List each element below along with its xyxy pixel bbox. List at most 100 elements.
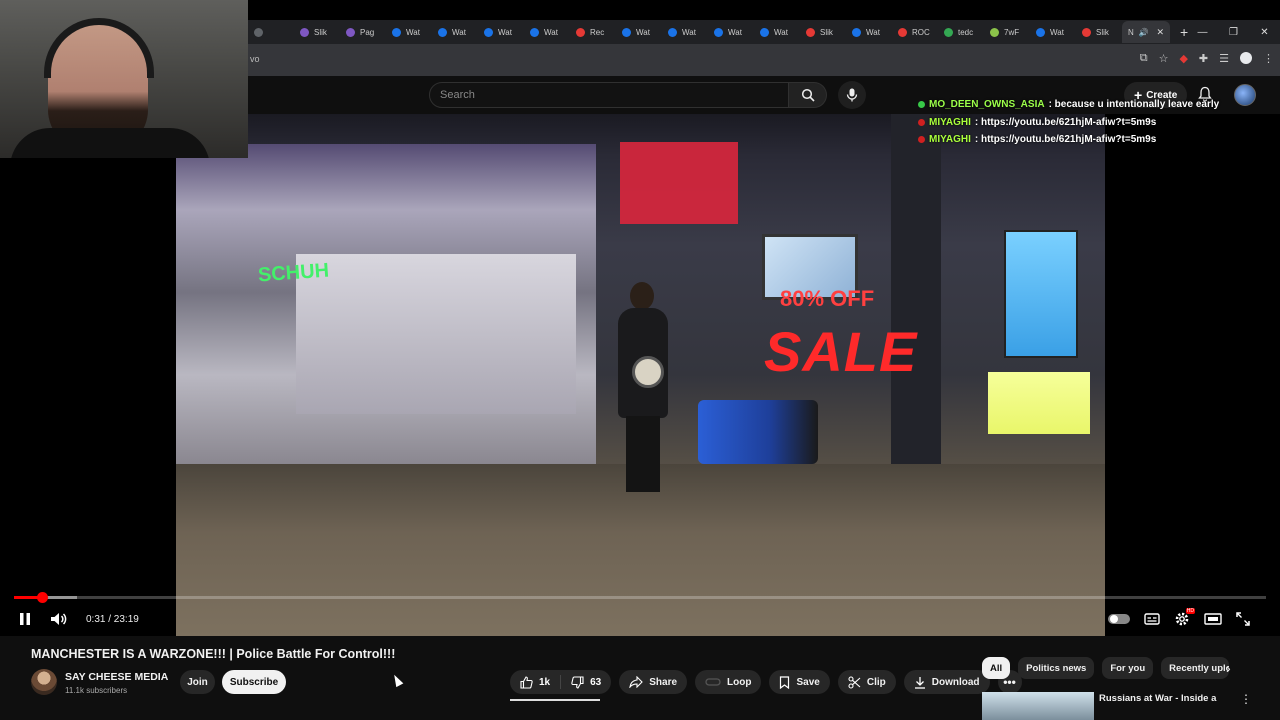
reading-list-icon[interactable]: ☰	[1219, 52, 1229, 65]
loop-button[interactable]: Loop	[695, 670, 762, 694]
settings-button[interactable]: HD	[1174, 608, 1195, 627]
tab-favicon-icon	[254, 27, 263, 37]
profile-avatar[interactable]	[1240, 52, 1252, 64]
subscribe-button[interactable]: Subscribe	[222, 670, 286, 694]
recommendation-chips: All Politics news For you Recently uploa	[982, 657, 1230, 679]
video-title: MANCHESTER IS A WARZONE!!! | Police Batt…	[31, 647, 396, 661]
bookmark-star-icon[interactable]: ☆	[1159, 52, 1169, 65]
tab-favicon-icon	[346, 27, 355, 37]
browser-tab[interactable]: ROC	[892, 21, 938, 43]
browser-tab[interactable]: Rec	[570, 21, 616, 43]
tab-favicon-icon	[898, 27, 907, 37]
autoplay-toggle[interactable]	[1108, 614, 1130, 624]
filter-chip[interactable]: Recently uploa	[1161, 657, 1230, 679]
busker-head	[630, 282, 654, 310]
filter-chip[interactable]: For you	[1102, 657, 1154, 679]
window-controls: — ❐ ✕	[1187, 20, 1280, 44]
progress-bar[interactable]	[14, 592, 1266, 603]
filter-chip[interactable]: Politics news	[1018, 657, 1095, 679]
close-tab-icon[interactable]: ✕	[1156, 27, 1164, 38]
dark-pillar	[891, 114, 941, 464]
download-icon	[914, 676, 925, 689]
account-avatar[interactable]	[1234, 84, 1256, 106]
browser-tab[interactable]: Slik	[294, 21, 340, 43]
address-text[interactable]: vo	[250, 54, 260, 64]
captions-icon[interactable]	[1144, 613, 1160, 625]
speaker-icon[interactable]: 🔊	[1139, 28, 1149, 37]
recommended-video-thumbnail[interactable]	[982, 692, 1094, 720]
chat-badge-icon	[918, 101, 925, 109]
tab-label: Rec	[590, 27, 605, 37]
volume-icon[interactable]	[50, 612, 68, 626]
like-button[interactable]: 1k	[510, 670, 560, 694]
browser-tab[interactable]: Wat	[846, 21, 892, 43]
save-button[interactable]: Save	[769, 670, 830, 694]
tab-favicon-icon	[668, 27, 677, 37]
share-button[interactable]: Share	[619, 670, 688, 694]
browser-tab[interactable]: Wat	[524, 21, 570, 43]
extensions-puzzle-icon[interactable]: ✚	[1199, 52, 1208, 65]
browser-tab[interactable]: Wat	[662, 21, 708, 43]
clip-button[interactable]: Clip	[837, 670, 896, 694]
recommended-video-title[interactable]: Russians at War - Inside a	[1099, 693, 1216, 704]
tab-label: Slik	[1096, 27, 1109, 37]
search-icon	[801, 88, 815, 102]
video-player[interactable]: SCHUH 80% OFF SALE 0:31 / 23:19 HD	[0, 114, 1280, 636]
dislike-button[interactable]: 63	[561, 670, 611, 694]
sale-text: SALE	[764, 320, 918, 383]
tab-label: Slik	[820, 27, 833, 37]
browser-tab[interactable]: Wat	[708, 21, 754, 43]
cast-icon[interactable]: ⧉	[1140, 52, 1148, 65]
menu-kebab-icon[interactable]: ⋮	[1263, 52, 1274, 65]
browser-tab[interactable]: Wat	[616, 21, 662, 43]
search-input[interactable]: Search	[429, 82, 789, 108]
bookmark-icon	[780, 675, 790, 689]
clip-label: Clip	[866, 676, 886, 688]
browser-tab[interactable]: Slik	[1076, 21, 1122, 43]
action-buttons: 1k 63 Share Loop Save Clip Download •••	[510, 670, 1022, 694]
channel-name[interactable]: SAY CHEESE MEDIA	[65, 671, 168, 683]
chat-badge-icon	[918, 118, 925, 126]
video-info-area: MANCHESTER IS A WARZONE!!! | Police Batt…	[0, 636, 1280, 720]
tab-label: Wat	[682, 27, 696, 37]
browser-tab[interactable]: Slik	[800, 21, 846, 43]
time-display: 0:31 / 23:19	[86, 613, 139, 625]
browser-tab[interactable]: Wat	[432, 21, 478, 43]
loop-label: Loop	[727, 676, 752, 688]
minimize-icon[interactable]: —	[1187, 27, 1218, 38]
tab-favicon-icon	[300, 27, 309, 37]
browser-tab[interactable]: Wat	[478, 21, 524, 43]
fullscreen-icon[interactable]	[1236, 612, 1250, 626]
sale-prefix-text: 80% OFF	[780, 286, 875, 311]
browser-tab[interactable]: tedc	[938, 21, 984, 43]
more-vertical-icon[interactable]: ⋮	[1240, 692, 1252, 706]
save-label: Save	[796, 676, 820, 688]
filter-chip[interactable]: All	[982, 657, 1011, 679]
tab-label: Wat	[774, 27, 788, 37]
browser-tab[interactable]: Wat	[754, 21, 800, 43]
browser-tab[interactable]: Wat	[1030, 21, 1076, 43]
download-button[interactable]: Download	[903, 670, 990, 694]
browser-tab[interactable]: Wat	[386, 21, 432, 43]
tab-favicon-icon	[622, 27, 631, 37]
join-button[interactable]: Join	[180, 670, 215, 694]
channel-avatar[interactable]	[31, 669, 57, 695]
restore-icon[interactable]: ❐	[1218, 27, 1249, 38]
voice-search-button[interactable]	[838, 81, 866, 109]
browser-tab[interactable]: Pag	[340, 21, 386, 43]
chat-message: MO_DEEN_OWNS_ASIA: because u intentional…	[918, 96, 1219, 114]
search-button[interactable]	[789, 82, 827, 108]
tab-active[interactable]: N 🔊 ✕	[1122, 21, 1170, 43]
browser-tab[interactable]: 7wF	[984, 21, 1030, 43]
left-controls: 0:31 / 23:19	[18, 608, 139, 630]
progress-scrubber[interactable]	[36, 592, 48, 603]
browser-tab[interactable]	[248, 21, 294, 43]
video-frame[interactable]: SCHUH 80% OFF SALE	[176, 114, 1105, 636]
pause-icon[interactable]	[18, 612, 32, 626]
window-close-icon[interactable]: ✕	[1249, 27, 1280, 38]
chat-text: : because u intentionally leave early	[1048, 99, 1220, 110]
chevron-right-icon[interactable]: ›	[1226, 660, 1231, 676]
tab-favicon-icon	[576, 27, 585, 37]
theater-mode-icon[interactable]	[1204, 613, 1222, 625]
extension-red-icon[interactable]: ◆	[1179, 52, 1187, 65]
